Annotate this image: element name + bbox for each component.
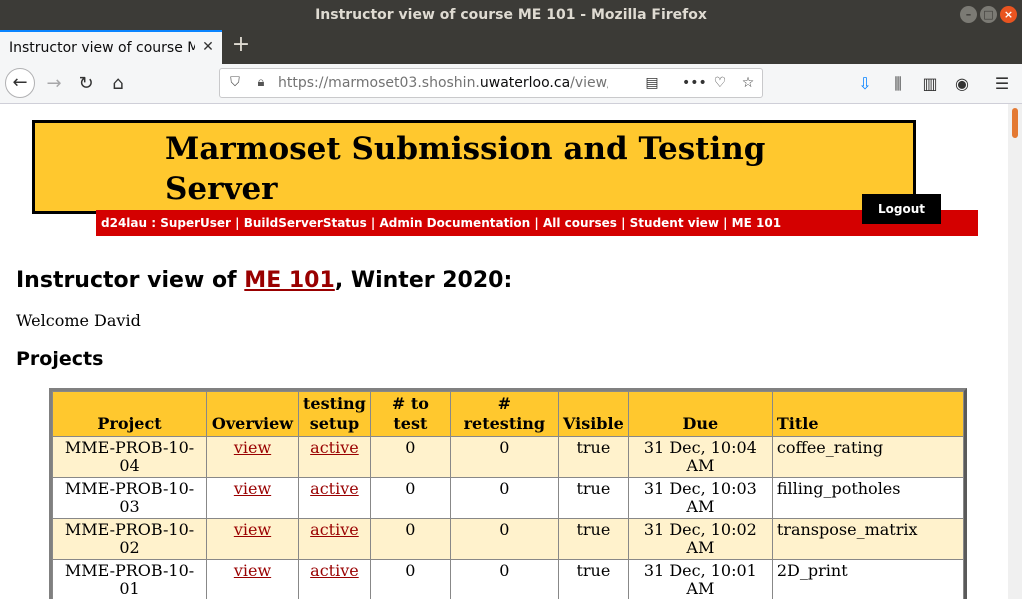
to-test-count: 0 bbox=[369, 436, 451, 478]
nav-link-course[interactable]: ME 101 bbox=[732, 216, 781, 230]
account-icon[interactable]: ◉ bbox=[950, 70, 974, 98]
testing-setup-link[interactable]: active bbox=[310, 561, 359, 580]
project-title: 2D_print bbox=[771, 559, 965, 599]
testing-setup-link[interactable]: active bbox=[310, 479, 359, 498]
nav-link-student-view[interactable]: Student view bbox=[630, 216, 719, 230]
retesting-count: 0 bbox=[449, 518, 559, 560]
project-name: MME-PROB-10-04 bbox=[52, 436, 207, 478]
visible-value: true bbox=[557, 436, 629, 478]
close-icon[interactable]: × bbox=[1000, 6, 1017, 23]
due-date: 31 Dec, 10:01 AM bbox=[627, 559, 773, 599]
url-bar[interactable]: ⛉ 🔒︎ https://marmoset03.shoshin.uwaterlo… bbox=[219, 68, 763, 98]
site-title: Marmoset Submission and Testing Server bbox=[165, 131, 766, 207]
page-title-prefix: Instructor view of bbox=[16, 268, 245, 293]
column-header: # retesting bbox=[449, 391, 559, 437]
url-suffix: /view/in bbox=[570, 75, 608, 91]
project-name: MME-PROB-10-01 bbox=[52, 559, 207, 599]
project-name: MME-PROB-10-02 bbox=[52, 518, 207, 560]
pocket-icon[interactable]: ♡ bbox=[710, 74, 730, 92]
column-header: Title bbox=[771, 391, 965, 437]
table-row: MME-PROB-10-02 view active 0 0 true 31 D… bbox=[52, 518, 965, 560]
due-date: 31 Dec, 10:04 AM bbox=[627, 436, 773, 478]
page-content: Marmoset Submission and Testing Server d… bbox=[0, 104, 1008, 599]
url-prefix: https://marmoset03.shoshin. bbox=[278, 75, 480, 91]
overview-link[interactable]: view bbox=[234, 479, 271, 498]
tab-active[interactable]: Instructor view of course ME 101 ✕ bbox=[0, 30, 222, 64]
project-title: transpose_matrix bbox=[771, 518, 965, 560]
column-header: # to test bbox=[369, 391, 451, 437]
reader-view-icon[interactable]: ▤ bbox=[642, 74, 662, 92]
page-actions-icon[interactable]: ••• bbox=[682, 74, 707, 92]
nav-link-all-courses[interactable]: All courses bbox=[543, 216, 617, 230]
project-title: coffee_rating bbox=[771, 436, 965, 478]
new-tab-icon[interactable]: + bbox=[230, 34, 252, 56]
url-text[interactable]: https://marmoset03.shoshin.uwaterloo.ca/… bbox=[278, 69, 608, 97]
home-icon[interactable]: ⌂ bbox=[104, 70, 132, 98]
due-date: 31 Dec, 10:03 AM bbox=[627, 477, 773, 519]
window-titlebar: Instructor view of course ME 101 - Mozil… bbox=[0, 0, 1022, 30]
nav-link-bar: d24lau : SuperUser | BuildServerStatus |… bbox=[96, 210, 978, 236]
nav-link-buildserverstatus[interactable]: BuildServerStatus bbox=[244, 216, 367, 230]
column-header: testing setup bbox=[298, 391, 371, 437]
page-title-suffix: , Winter 2020: bbox=[334, 268, 513, 293]
reload-icon[interactable]: ↻ bbox=[72, 70, 100, 98]
nav-link-superuser[interactable]: d24lau : SuperUser bbox=[101, 216, 231, 230]
overview-link[interactable]: view bbox=[234, 520, 271, 539]
testing-setup-link[interactable]: active bbox=[310, 438, 359, 457]
retesting-count: 0 bbox=[449, 477, 559, 519]
forward-icon[interactable]: → bbox=[40, 70, 68, 98]
table-row: MME-PROB-10-01 view active 0 0 true 31 D… bbox=[52, 559, 965, 599]
column-header: Project bbox=[52, 391, 207, 437]
scrollbar-thumb[interactable] bbox=[1012, 108, 1018, 138]
maximize-icon[interactable]: □ bbox=[980, 6, 997, 23]
visible-value: true bbox=[557, 518, 629, 560]
projects-heading: Projects bbox=[16, 348, 104, 370]
downloads-icon[interactable]: ⇩ bbox=[853, 70, 877, 98]
navigation-toolbar: ← → ↻ ⌂ ⛉ 🔒︎ https://marmoset03.shoshin.… bbox=[0, 64, 1022, 104]
overview-link[interactable]: view bbox=[234, 438, 271, 457]
to-test-count: 0 bbox=[369, 518, 451, 560]
projects-table-container: Project Overview testing setup # to test… bbox=[49, 388, 967, 599]
table-header-row: Project Overview testing setup # to test… bbox=[52, 391, 965, 437]
course-link[interactable]: ME 101 bbox=[244, 268, 335, 293]
back-icon[interactable]: ← bbox=[5, 68, 35, 98]
table-row: MME-PROB-10-03 view active 0 0 true 31 D… bbox=[52, 477, 965, 519]
project-name: MME-PROB-10-03 bbox=[52, 477, 207, 519]
tab-label: Instructor view of course ME 101 bbox=[9, 40, 195, 56]
logout-button[interactable]: Logout bbox=[862, 194, 941, 224]
retesting-count: 0 bbox=[449, 436, 559, 478]
column-header: Visible bbox=[557, 391, 629, 437]
table-row: MME-PROB-10-04 view active 0 0 true 31 D… bbox=[52, 436, 965, 478]
window-title: Instructor view of course ME 101 - Mozil… bbox=[315, 7, 707, 23]
nav-link-admin-documentation[interactable]: Admin Documentation bbox=[379, 216, 530, 230]
visible-value: true bbox=[557, 477, 629, 519]
to-test-count: 0 bbox=[369, 559, 451, 599]
sidebar-icon[interactable]: ▥ bbox=[918, 70, 942, 98]
url-domain: uwaterloo.ca bbox=[479, 75, 571, 91]
column-header: Overview bbox=[206, 391, 299, 437]
to-test-count: 0 bbox=[369, 477, 451, 519]
welcome-text: Welcome David bbox=[16, 311, 141, 330]
overview-link[interactable]: view bbox=[234, 561, 271, 580]
nav-links: d24lau : SuperUser | BuildServerStatus |… bbox=[101, 216, 782, 230]
projects-table: Project Overview testing setup # to test… bbox=[52, 391, 965, 599]
page-title: Instructor view of ME 101, Winter 2020: bbox=[16, 268, 512, 293]
lock-icon[interactable]: 🔒︎ bbox=[254, 74, 268, 92]
menu-icon[interactable]: ☰ bbox=[990, 70, 1014, 98]
page-scrollbar[interactable] bbox=[1008, 104, 1022, 599]
testing-setup-link[interactable]: active bbox=[310, 520, 359, 539]
project-title: filling_potholes bbox=[771, 477, 965, 519]
tab-close-icon[interactable]: ✕ bbox=[200, 39, 216, 55]
tracking-shield-icon[interactable]: ⛉ bbox=[226, 74, 244, 92]
library-icon[interactable]: ⫼ bbox=[886, 70, 910, 98]
bookmark-star-icon[interactable]: ☆ bbox=[738, 74, 758, 92]
retesting-count: 0 bbox=[449, 559, 559, 599]
minimize-icon[interactable]: – bbox=[960, 6, 977, 23]
column-header: Due bbox=[627, 391, 773, 437]
due-date: 31 Dec, 10:02 AM bbox=[627, 518, 773, 560]
site-banner: Marmoset Submission and Testing Server bbox=[32, 120, 916, 214]
visible-value: true bbox=[557, 559, 629, 599]
